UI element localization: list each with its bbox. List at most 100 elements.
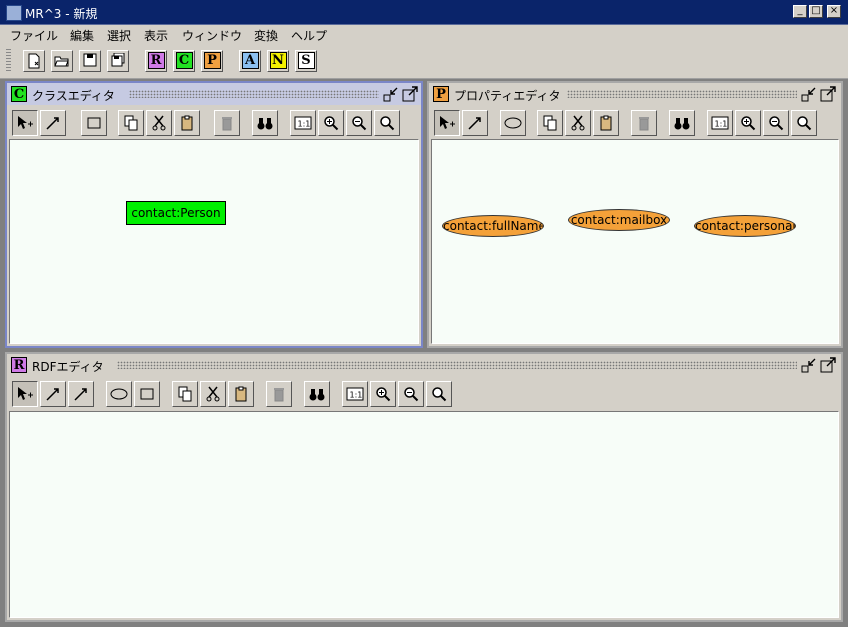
cut-button[interactable] <box>200 381 226 407</box>
class-editor-canvas[interactable]: contact:Person <box>9 139 419 344</box>
property-editor-icon: P <box>433 86 449 102</box>
property-editor-titlebar[interactable]: P プロパティエディタ <box>429 83 841 105</box>
zoom-in-button[interactable] <box>735 110 761 136</box>
save-as-button[interactable] <box>107 50 129 72</box>
find-button[interactable] <box>304 381 330 407</box>
maximize-frame-icon <box>820 357 836 373</box>
connect-literal-button[interactable] <box>68 381 94 407</box>
class-editor-toolbar: 1:1 <box>9 107 419 137</box>
minimize-button[interactable]: _ <box>793 5 807 18</box>
paste-button[interactable] <box>593 110 619 136</box>
zoom-in-button[interactable] <box>370 381 396 407</box>
zoom-fit-button[interactable] <box>791 110 817 136</box>
zoom-out-button[interactable] <box>346 110 372 136</box>
property-node[interactable]: contact:fullName <box>442 215 544 237</box>
maximize-frame-button[interactable] <box>820 86 836 102</box>
cut-button[interactable] <box>565 110 591 136</box>
p-letter-icon: P <box>203 52 221 69</box>
menu-select[interactable]: 選択 <box>107 27 131 44</box>
connect-tool-button[interactable] <box>40 110 66 136</box>
menu-window[interactable]: ウィンドウ <box>182 27 242 44</box>
close-button[interactable]: × <box>827 5 841 18</box>
insert-class-button[interactable] <box>81 110 107 136</box>
actual-size-button[interactable]: 1:1 <box>290 110 316 136</box>
attribute-button[interactable]: A <box>239 50 261 72</box>
cut-button[interactable] <box>146 110 172 136</box>
maximize-frame-button[interactable] <box>820 357 836 373</box>
rdf-editor-titlebar[interactable]: R RDFエディタ <box>7 354 841 376</box>
zoom-out-button[interactable] <box>763 110 789 136</box>
menu-edit[interactable]: 編集 <box>70 27 94 44</box>
actual-size-button[interactable]: 1:1 <box>707 110 733 136</box>
zoom-in-button[interactable] <box>318 110 344 136</box>
insert-property-button[interactable] <box>500 110 526 136</box>
class-editor-button[interactable]: C <box>173 50 195 72</box>
maximize-frame-button[interactable] <box>402 86 418 102</box>
iconify-button[interactable] <box>801 86 817 102</box>
rdf-editor-canvas[interactable] <box>9 411 839 618</box>
clipboard-icon <box>600 115 612 131</box>
open-file-button[interactable] <box>51 50 73 72</box>
copy-button[interactable] <box>172 381 198 407</box>
class-editor-frame: C クラスエディタ 1:1 contact:Person <box>5 81 423 348</box>
title-grip <box>117 361 797 369</box>
menu-convert[interactable]: 変換 <box>254 27 278 44</box>
iconify-icon <box>801 87 816 102</box>
menu-view[interactable]: 表示 <box>144 27 168 44</box>
copy-button[interactable] <box>537 110 563 136</box>
zoom-out-icon <box>769 116 784 131</box>
connect-tool-button[interactable] <box>462 110 488 136</box>
property-node[interactable]: contact:mailbox <box>568 209 670 231</box>
zoom-fit-button[interactable] <box>426 381 452 407</box>
app-icon <box>6 5 22 21</box>
zoom-fit-button[interactable] <box>374 110 400 136</box>
select-tool-button[interactable] <box>12 381 38 407</box>
copy-button[interactable] <box>118 110 144 136</box>
scissors-icon <box>571 115 585 131</box>
binoculars-icon <box>309 389 325 401</box>
paste-button[interactable] <box>174 110 200 136</box>
magnifier-icon <box>380 116 395 131</box>
rdf-editor-title: RDFエディタ <box>32 360 104 374</box>
property-editor-button[interactable]: P <box>201 50 223 72</box>
class-node[interactable]: contact:Person <box>126 201 226 225</box>
zoom-out-icon <box>352 116 367 131</box>
insert-resource-button[interactable] <box>106 381 132 407</box>
rdf-editor-icon: R <box>11 357 27 373</box>
new-file-button[interactable] <box>23 50 45 72</box>
scissors-icon <box>206 386 220 402</box>
find-button[interactable] <box>252 110 278 136</box>
zoom-out-button[interactable] <box>398 381 424 407</box>
rectangle-icon <box>140 388 154 400</box>
delete-button[interactable] <box>266 381 292 407</box>
find-button[interactable] <box>669 110 695 136</box>
class-editor-titlebar[interactable]: C クラスエディタ <box>7 83 421 105</box>
rdf-editor-toolbar: 1:1 <box>9 378 839 408</box>
toolbar-grip[interactable] <box>6 49 11 73</box>
save-button[interactable] <box>79 50 101 72</box>
actual-size-icon: 1:1 <box>346 387 364 401</box>
property-editor-canvas[interactable]: contact:fullName contact:mailbox contact… <box>431 139 839 344</box>
actual-size-button[interactable]: 1:1 <box>342 381 368 407</box>
menu-file[interactable]: ファイル <box>10 27 58 44</box>
select-tool-button[interactable] <box>434 110 460 136</box>
open-folder-icon <box>54 56 69 67</box>
maximize-button[interactable]: □ <box>809 5 823 18</box>
delete-button[interactable] <box>631 110 657 136</box>
delete-button[interactable] <box>214 110 240 136</box>
select-tool-button[interactable] <box>12 110 38 136</box>
iconify-button[interactable] <box>801 357 817 373</box>
iconify-button[interactable] <box>383 86 399 102</box>
paste-button[interactable] <box>228 381 254 407</box>
property-editor-toolbar: 1:1 <box>431 107 839 137</box>
source-button[interactable]: S <box>295 50 317 72</box>
property-node[interactable]: contact:personal... <box>694 215 796 237</box>
rdf-editor-button[interactable]: R <box>145 50 167 72</box>
insert-literal-button[interactable] <box>134 381 160 407</box>
rdf-editor-frame: R RDFエディタ 1:1 <box>5 352 843 622</box>
connect-tool-button[interactable] <box>40 381 66 407</box>
namespace-button[interactable]: N <box>267 50 289 72</box>
menu-help[interactable]: ヘルプ <box>291 27 327 44</box>
n-letter-icon: N <box>269 52 287 69</box>
connect-arrow-icon <box>46 388 59 401</box>
